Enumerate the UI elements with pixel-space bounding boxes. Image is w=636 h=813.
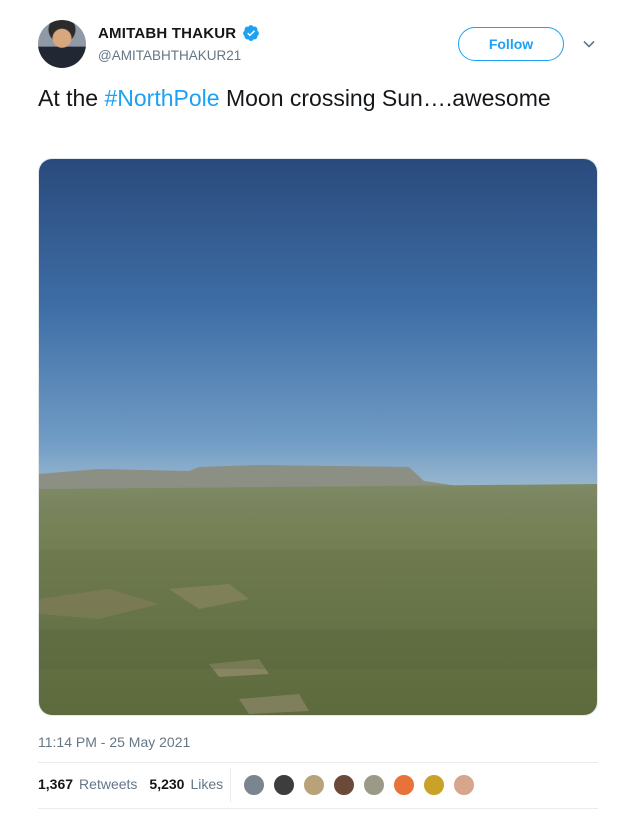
likes-count[interactable]: 5,230: [149, 776, 184, 792]
liker-avatar[interactable]: [362, 773, 386, 797]
hashtag-link[interactable]: #NorthPole: [104, 85, 219, 111]
video-thumbnail[interactable]: [38, 158, 598, 716]
tweet-text-lead: At the: [38, 85, 105, 111]
author-name[interactable]: AMITABH THAKUR: [98, 25, 236, 42]
divider: [38, 808, 598, 809]
divider: [38, 762, 598, 763]
stats-divider: [230, 768, 231, 802]
retweets-count[interactable]: 1,367: [38, 776, 73, 792]
liker-avatar[interactable]: [332, 773, 356, 797]
tweet-text-rest: Moon crossing Sun….awesome: [219, 85, 551, 111]
liker-avatar[interactable]: [392, 773, 416, 797]
retweets-label[interactable]: Retweets: [79, 776, 137, 792]
author-avatar[interactable]: [38, 20, 86, 68]
liker-avatar[interactable]: [422, 773, 446, 797]
liker-avatar[interactable]: [302, 773, 326, 797]
verified-badge-icon: [243, 25, 260, 41]
author-handle[interactable]: @AMITABHTHAKUR21: [98, 48, 241, 63]
tweet-text: At the #NorthPole Moon crossing Sun….awe…: [38, 84, 598, 113]
video-frame-image: [39, 159, 597, 715]
liker-avatar[interactable]: [242, 773, 266, 797]
engagement-stats: 1,367 Retweets 5,230 Likes: [38, 776, 229, 792]
liker-avatar[interactable]: [272, 773, 296, 797]
follow-button[interactable]: Follow: [458, 27, 564, 61]
liker-avatars: [242, 773, 482, 797]
tweet-timestamp[interactable]: 11:14 PM - 25 May 2021: [38, 734, 190, 750]
likes-label[interactable]: Likes: [190, 776, 223, 792]
liker-avatar[interactable]: [452, 773, 476, 797]
chevron-down-icon[interactable]: [582, 37, 596, 51]
